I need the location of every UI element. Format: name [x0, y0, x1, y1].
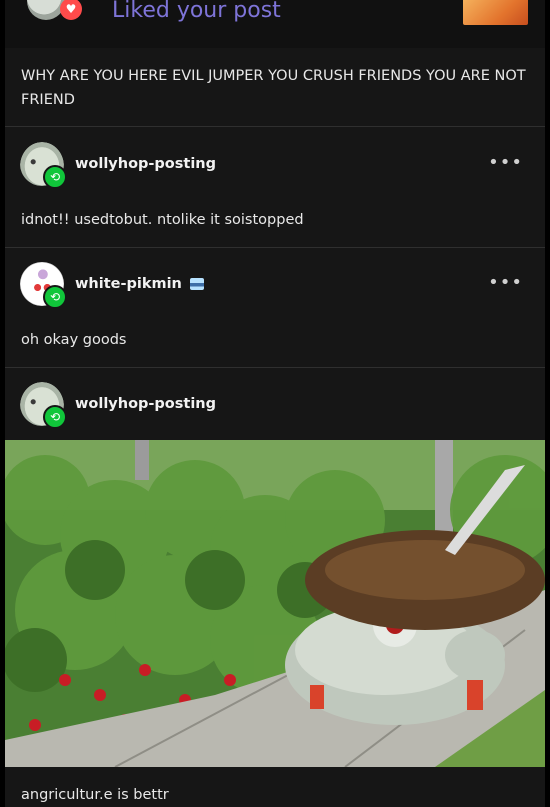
- dashboard-column: ♥ Liked your post WHY ARE YOU HERE EVIL …: [5, 0, 545, 807]
- heart-icon: ♥: [60, 0, 82, 20]
- reblog-avatar[interactable]: ⟲: [20, 142, 67, 189]
- divider: [5, 367, 545, 368]
- username[interactable]: wollyhop-posting: [75, 156, 216, 172]
- reblog-text: idnot!! usedtobut. ntolike it soistopped: [21, 212, 304, 228]
- username[interactable]: wollyhop-posting: [75, 396, 216, 412]
- post-image[interactable]: [5, 440, 545, 767]
- reblog-avatar[interactable]: ⟲: [20, 262, 67, 309]
- notification-bar[interactable]: ♥ Liked your post: [5, 0, 545, 48]
- reblog-icon: ⟲: [43, 285, 67, 309]
- divider: [5, 247, 545, 248]
- photo-caption: angricultur.e is bettr: [21, 787, 169, 803]
- reblog-icon: ⟲: [43, 405, 67, 429]
- reblog-avatar[interactable]: ⟲: [20, 382, 67, 429]
- reblog-icon: ⟲: [43, 165, 67, 189]
- notification-label: Liked your post: [112, 0, 281, 23]
- username-row[interactable]: white-pikmin: [75, 276, 204, 292]
- notification-post-thumbnail[interactable]: [463, 0, 528, 25]
- username[interactable]: white-pikmin: [75, 276, 182, 292]
- more-options-icon[interactable]: •••: [488, 272, 523, 293]
- divider: [5, 126, 545, 127]
- post-image-art: [5, 440, 545, 767]
- reblog-text: oh okay goods: [21, 332, 127, 348]
- more-options-icon[interactable]: •••: [488, 152, 523, 173]
- blue-badge-icon: [189, 278, 204, 290]
- post-text: WHY ARE YOU HERE EVIL JUMPER YOU CRUSH F…: [21, 68, 526, 108]
